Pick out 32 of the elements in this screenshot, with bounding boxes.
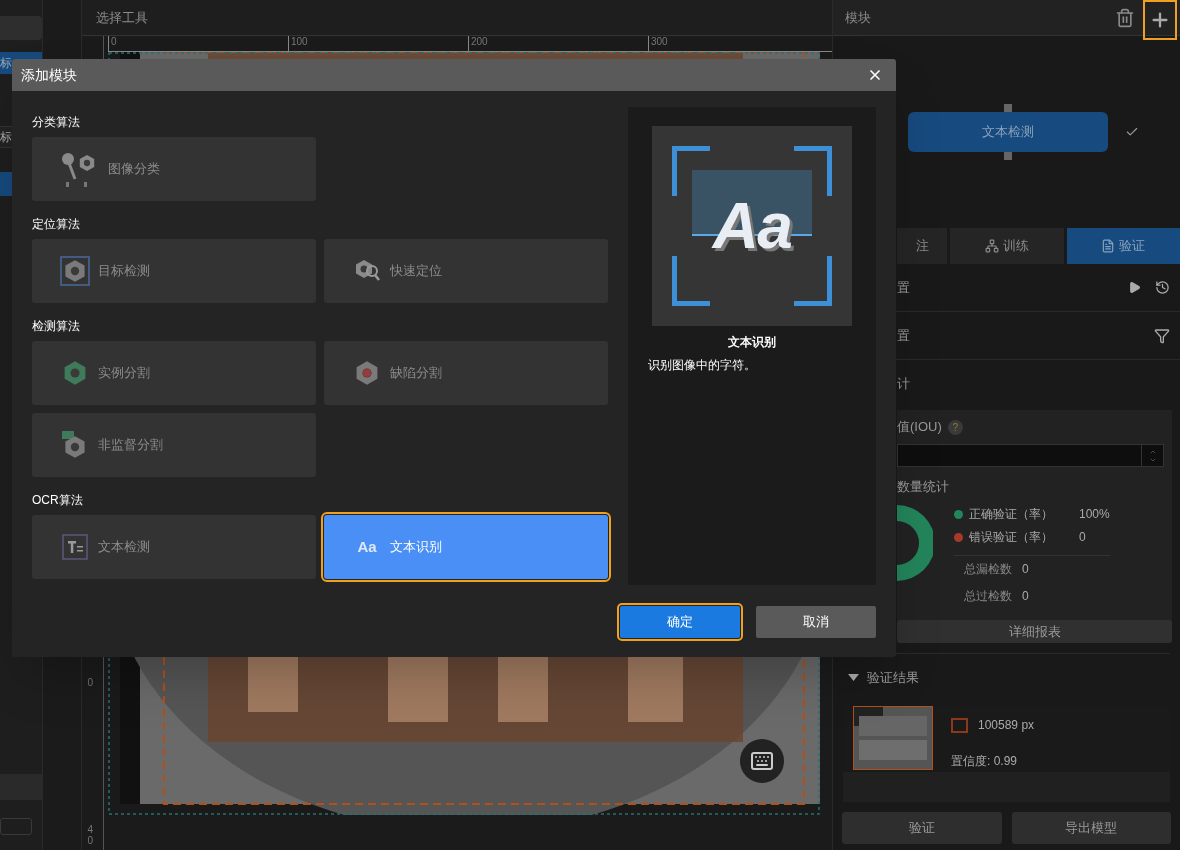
aa-icon: Aa bbox=[352, 535, 382, 559]
ruler-label: 300 bbox=[648, 36, 828, 51]
iou-label: 值(IOU) bbox=[897, 418, 942, 437]
result-area: 100589 px bbox=[978, 716, 1035, 734]
total-value: 0 bbox=[1022, 561, 1029, 578]
ruler-label: 200 bbox=[468, 36, 648, 51]
legend-value: 0 bbox=[1079, 529, 1086, 546]
group-title: 分类算法 bbox=[32, 114, 81, 131]
group-title: 定位算法 bbox=[32, 216, 81, 233]
section-title: 置 bbox=[897, 278, 911, 297]
dialog-title: 添加模块 bbox=[21, 65, 77, 85]
ruler-label: 40 bbox=[87, 824, 95, 846]
result-confidence: 置信度: 0.99 bbox=[951, 753, 1019, 770]
section-title: 计 bbox=[897, 375, 911, 394]
total-value: 0 bbox=[1022, 588, 1029, 605]
total-label: 总过检数 bbox=[964, 588, 1012, 605]
legend-value: 100% bbox=[1079, 506, 1110, 523]
count-title: 数量统计 bbox=[897, 478, 950, 496]
legend-label: 正确验证（率） bbox=[969, 506, 1054, 523]
group-title: OCR算法 bbox=[32, 492, 84, 509]
total-label: 总漏检数 bbox=[964, 561, 1012, 578]
legend-label: 错误验证（率） bbox=[969, 529, 1054, 546]
preview-title: 文本识别 bbox=[728, 334, 776, 351]
results-title: 验证结果 bbox=[867, 669, 919, 688]
ruler-label: 100 bbox=[288, 36, 468, 51]
canvas-title: 选择工具 bbox=[96, 8, 148, 27]
ruler-label: 0 bbox=[87, 677, 95, 688]
section-title: 置 bbox=[897, 326, 911, 345]
preview-description: 识别图像中的字符。 bbox=[647, 357, 756, 374]
panel-title: 模块 bbox=[845, 8, 872, 27]
group-title: 检测算法 bbox=[32, 318, 81, 335]
ruler-label: 0 bbox=[108, 36, 288, 51]
